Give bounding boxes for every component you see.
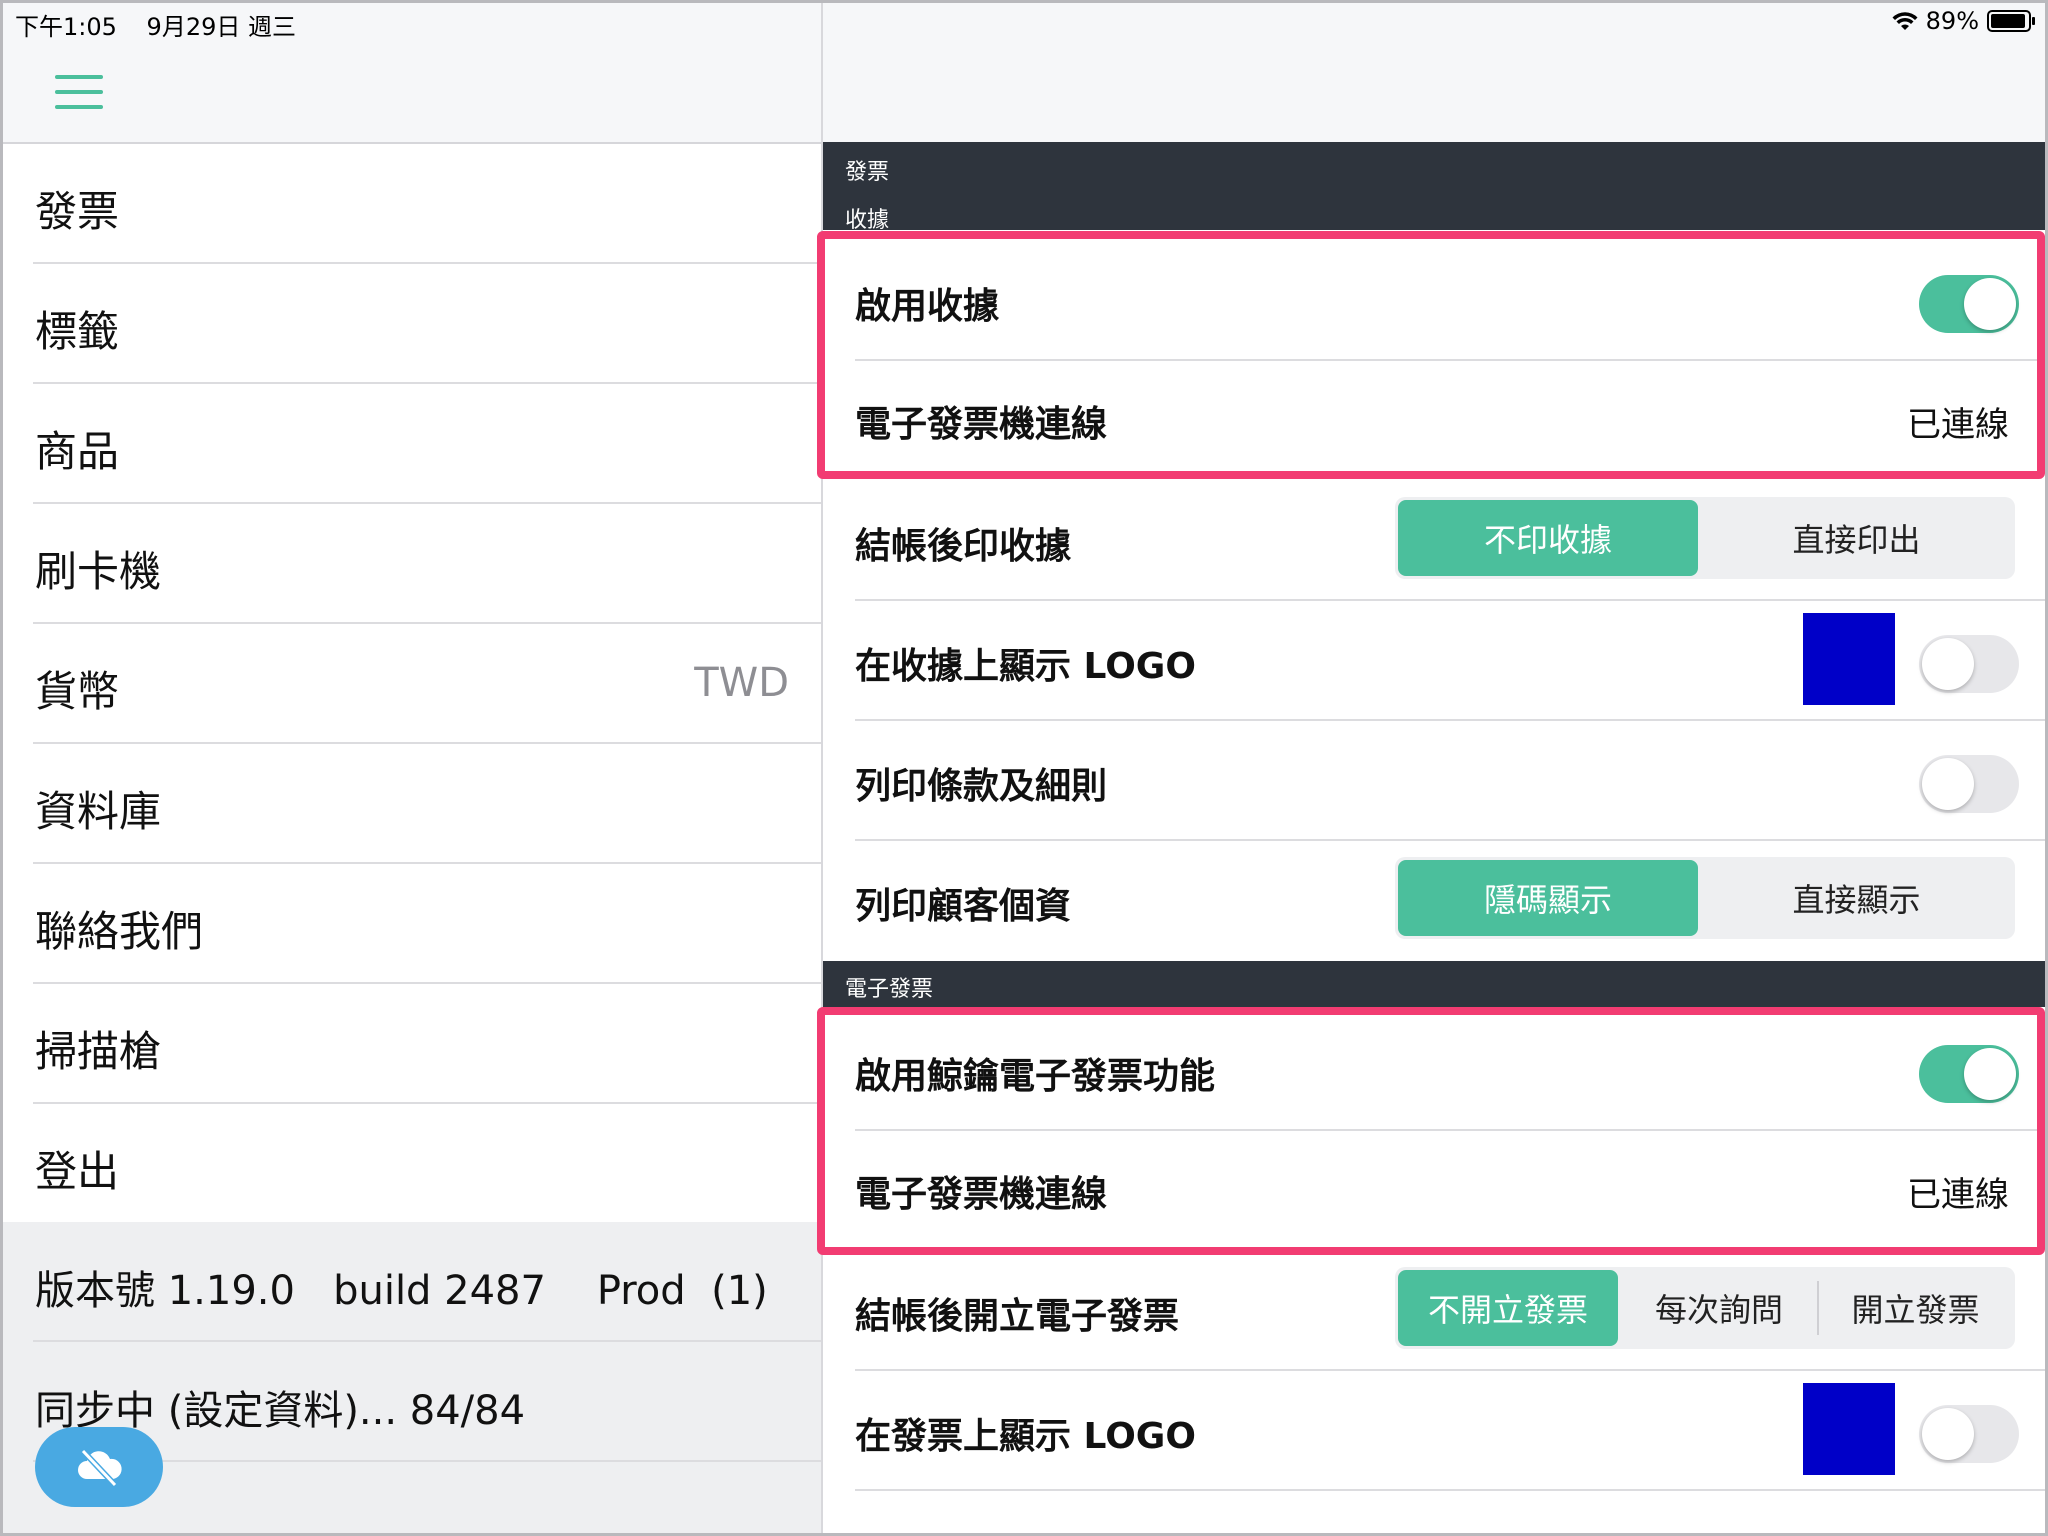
- section-title: 電子發票: [845, 977, 934, 1002]
- version-row: 版本號 1.19.0 build 2487 Prod (1): [33, 1222, 821, 1342]
- sidebar-item-label: 貨幣: [35, 667, 120, 716]
- segment-print-directly[interactable]: 直接印出: [1701, 500, 2012, 576]
- print-customer-info-segmented: 隱碼顯示 直接顯示: [1395, 857, 2015, 939]
- sidebar-item-products[interactable]: 商品: [33, 384, 821, 504]
- enable-receipt-row: 啟用收據: [855, 241, 2045, 361]
- row-label: 結帳後印收據: [855, 526, 1072, 567]
- sidebar-item-label: 登出: [35, 1147, 120, 1196]
- sidebar-item-label: 商品: [35, 427, 120, 476]
- status-time: 下午1:05: [15, 13, 117, 41]
- logo-preview[interactable]: [1803, 613, 1895, 705]
- enable-receipt-toggle[interactable]: [1919, 275, 2019, 333]
- print-terms-row: 列印條款及細則: [855, 721, 2045, 841]
- section-title: 收據: [845, 208, 890, 233]
- einvoice-section-header: 電子發票: [823, 961, 2045, 1007]
- sidebar-item-label: 掃描槍: [35, 1027, 162, 1076]
- sidebar-item-logout[interactable]: 登出: [33, 1104, 821, 1222]
- app-window: 下午1:05 9月29日 週三 89% 發票 標籤 商品 刷卡機 貨幣 TWD …: [0, 0, 2048, 1536]
- menu-icon[interactable]: [55, 75, 103, 111]
- segment-ask-each-time[interactable]: 每次詢問: [1621, 1270, 1817, 1346]
- row-label: 在發票上顯示 LOGO: [855, 1416, 1196, 1457]
- sidebar-item-labels[interactable]: 標籤: [33, 264, 821, 384]
- enable-einvoice-toggle[interactable]: [1919, 1045, 2019, 1103]
- receipt-logo-toggle[interactable]: [1919, 635, 2019, 693]
- segment-no-print[interactable]: 不印收據: [1398, 500, 1698, 576]
- sidebar-item-label: 刷卡機: [35, 547, 162, 596]
- row-label: 在收據上顯示 LOGO: [855, 646, 1196, 687]
- sidebar-item-invoice[interactable]: 發票: [33, 144, 821, 264]
- receipt-section-header: 發票 收據: [823, 142, 2045, 233]
- row-label: 啟用鯨鑰電子發票功能: [855, 1056, 1216, 1097]
- wifi-icon: [1892, 12, 1918, 30]
- einvoice-logo-toggle[interactable]: [1919, 1405, 2019, 1463]
- issue-after-checkout-row: 結帳後開立電子發票 不開立發票 每次詢問 開立發票: [855, 1251, 2045, 1371]
- currency-value: TWD: [694, 660, 789, 706]
- sidebar-menu: 發票 標籤 商品 刷卡機 貨幣 TWD 資料庫 聯絡我們 掃描槍 登出: [3, 144, 821, 1222]
- segment-show-directly[interactable]: 直接顯示: [1701, 860, 2012, 936]
- sidebar-item-currency[interactable]: 貨幣 TWD: [33, 624, 821, 744]
- row-label: 電子發票機連線: [855, 404, 1108, 445]
- enable-einvoice-row: 啟用鯨鑰電子發票功能: [855, 1011, 2045, 1131]
- receipt-logo-row: 在收據上顯示 LOGO: [855, 601, 2045, 721]
- battery-icon: [1987, 10, 2035, 32]
- battery-percent: 89%: [1925, 7, 1979, 35]
- settings-panel: 發票 收據 啟用收據 電子發票機連線 已連線 結帳後印收據 不印收據 直接印出 …: [817, 3, 2045, 1533]
- row-label: 電子發票機連線: [855, 1174, 1108, 1215]
- breadcrumb: 發票: [845, 160, 890, 185]
- receipt-einvoice-connection-row: 電子發票機連線 已連線: [855, 359, 2045, 477]
- cloud-off-icon: [78, 1448, 122, 1487]
- segment-issue[interactable]: 開立發票: [1819, 1270, 2012, 1346]
- sidebar-item-scanner[interactable]: 掃描槍: [33, 984, 821, 1104]
- print-after-checkout-row: 結帳後印收據 不印收據 直接印出: [855, 481, 2045, 601]
- status-bar: 下午1:05 9月29日 週三 89%: [3, 3, 2045, 41]
- einvoice-logo-row: 在發票上顯示 LOGO: [855, 1371, 2045, 1491]
- sidebar-item-contact[interactable]: 聯絡我們: [33, 864, 821, 984]
- row-label: 列印條款及細則: [855, 766, 1108, 807]
- logo-preview[interactable]: [1803, 1383, 1895, 1475]
- version-text: 版本號 1.19.0 build 2487 Prod (1): [35, 1268, 768, 1314]
- sidebar-item-database[interactable]: 資料庫: [33, 744, 821, 864]
- cloud-sync-button[interactable]: [35, 1427, 163, 1507]
- segment-masked[interactable]: 隱碼顯示: [1398, 860, 1698, 936]
- issue-after-checkout-segmented: 不開立發票 每次詢問 開立發票: [1395, 1267, 2015, 1349]
- sidebar-item-label: 發票: [35, 187, 120, 236]
- connection-status: 已連線: [1907, 1175, 2009, 1215]
- row-label: 列印顧客個資: [855, 886, 1072, 927]
- segment-no-issue[interactable]: 不開立發票: [1398, 1270, 1618, 1346]
- sidebar: 發票 標籤 商品 刷卡機 貨幣 TWD 資料庫 聯絡我們 掃描槍 登出 版本號 …: [3, 3, 823, 1533]
- connection-status: 已連線: [1907, 405, 2009, 445]
- sidebar-item-label: 標籤: [35, 307, 120, 356]
- sidebar-item-label: 聯絡我們: [35, 907, 204, 956]
- sidebar-item-card-reader[interactable]: 刷卡機: [33, 504, 821, 624]
- sidebar-item-label: 資料庫: [35, 787, 162, 836]
- row-label: 啟用收據: [855, 286, 1000, 327]
- row-label: 結帳後開立電子發票: [855, 1296, 1180, 1337]
- print-after-checkout-segmented: 不印收據 直接印出: [1395, 497, 2015, 579]
- einvoice-connection-row: 電子發票機連線 已連線: [855, 1129, 2045, 1247]
- status-date: 9月29日 週三: [146, 13, 296, 41]
- print-terms-toggle[interactable]: [1919, 755, 2019, 813]
- print-customer-info-row: 列印顧客個資 隱碼顯示 直接顯示: [855, 841, 2045, 959]
